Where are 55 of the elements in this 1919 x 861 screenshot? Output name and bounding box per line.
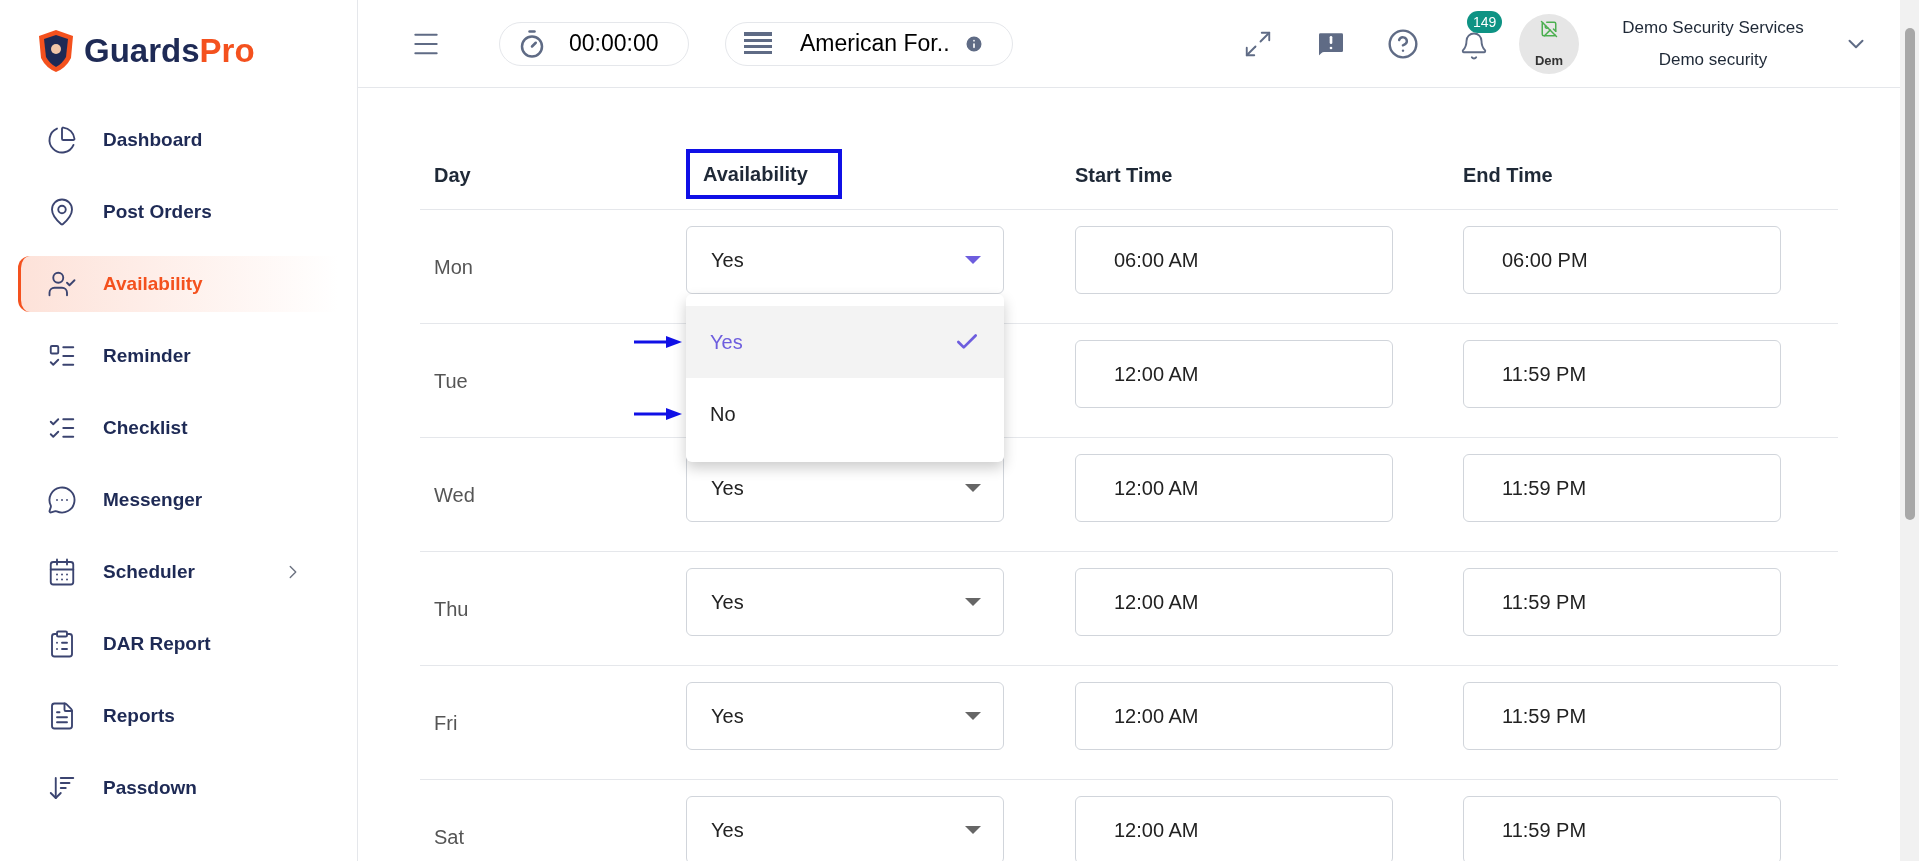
chat-bubble-icon [47,485,77,515]
start-time-field[interactable]: 12:00 AM [1075,682,1393,750]
pie-chart-icon [47,125,77,155]
start-time-field[interactable]: 12:00 AM [1075,568,1393,636]
start-time-field[interactable]: 12:00 AM [1075,796,1393,861]
scrollbar[interactable] [1900,0,1919,861]
availability-select[interactable]: Yes [686,226,1004,294]
end-time-field[interactable]: 06:00 PM [1463,226,1781,294]
sidebar-item[interactable]: Dashboard [18,112,338,168]
day-cell-text: Tue [433,369,469,394]
sidebar-item[interactable]: Post Orders [18,184,338,240]
end-time-field[interactable]: 11:59 PM [1463,796,1781,861]
end-time-field[interactable]: 11:59 PM [1463,454,1781,522]
dropdown-option[interactable]: No [686,378,1004,450]
shield-logo-icon [36,28,76,74]
end-time-field[interactable]: 11:59 PM [1463,568,1781,636]
timer-text: 00:00:00 [569,29,659,59]
site-name: American For.. [800,29,950,59]
day-cell-text: Sat [433,825,466,850]
availability-select[interactable]: Yes [686,568,1004,636]
logo-text: GuardsPro [84,31,255,71]
bell-icon[interactable] [1459,30,1489,61]
avatar[interactable]: Dem [1519,13,1579,74]
sidebar-item[interactable]: DAR Report [18,616,338,672]
sidebar-item[interactable]: Checklist [18,400,338,456]
column-header: Start Time [1075,163,1173,188]
start-time-field[interactable]: 06:00 AM [1075,226,1393,294]
user-check-icon [47,269,77,299]
sidebar-item[interactable]: Messenger [18,472,338,528]
day-cell-text: Fri [433,711,459,736]
column-header: Availability [686,149,842,199]
sidebar-item[interactable]: Reports [18,688,338,744]
availability-select[interactable]: Yes [686,682,1004,750]
end-time-field[interactable]: 11:59 PM [1463,682,1781,750]
help-icon[interactable] [1387,27,1419,60]
sidebar-item[interactable]: Reminder [18,328,338,384]
info-icon[interactable] [963,33,984,54]
end-time-field[interactable]: 11:59 PM [1463,340,1781,408]
user-name: Demo Security Services [1622,17,1804,39]
sidebar-item[interactable]: Scheduler [18,544,338,600]
availability-select[interactable]: Yes [686,796,1004,861]
user-role: Demo security [1658,48,1768,71]
day-cell-text: Wed [433,483,476,508]
column-header: End Time [1463,163,1553,188]
start-time-field[interactable]: 12:00 AM [1075,454,1393,522]
day-cell-text: Thu [433,597,470,622]
sidebar-item[interactable]: Passdown [18,760,338,816]
notification-badge: 149 [1467,10,1503,33]
start-time-field[interactable]: 12:00 AM [1075,340,1393,408]
calendar-icon [47,557,77,587]
column-header: Day [434,163,471,188]
broken-image-icon [1540,19,1558,38]
list-lines-icon [744,31,772,56]
avatar-alt-text: Dem [1534,52,1564,68]
day-cell-text: Mon [433,255,474,280]
